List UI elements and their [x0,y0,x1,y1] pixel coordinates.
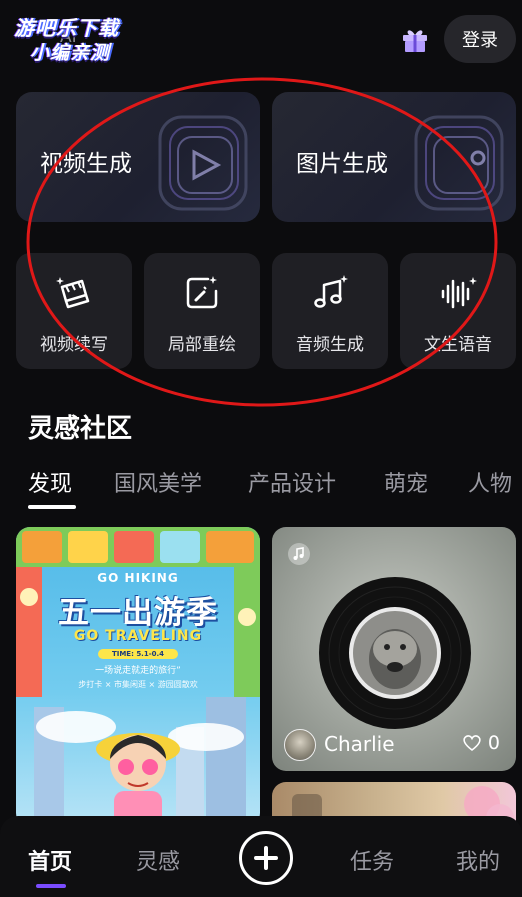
card-owner-row: Charlie 0 [284,727,504,763]
music-note-sparkle-icon [314,275,348,308]
tool-label: 音频生成 [296,335,364,355]
video-generation-card[interactable]: 视频生成 [16,92,260,222]
nav-tasks[interactable]: 任务 [350,844,394,876]
play-frame-icon [158,115,248,211]
video-generation-label: 视频生成 [40,151,132,177]
image-generation-label: 图片生成 [296,151,388,177]
feed-card-poster[interactable]: GO HIKING 五一出游季 GO TRAVELING TIME: 5.1-0… [16,527,260,827]
nav-home[interactable]: 首页 [28,844,72,876]
poster-gohiking: GO HIKING [97,571,179,585]
gift-icon[interactable] [400,24,430,54]
image-frame-icon [414,115,504,211]
heart-icon [463,735,481,752]
login-button[interactable]: 登录 [444,15,516,63]
watermark-logo: 游吧乐下载 小编亲测 [14,12,154,64]
nav-inspiration[interactable]: 灵感 [136,844,180,876]
tab-product-design[interactable]: 产品设计 [248,466,336,498]
tab-people[interactable]: 人物 [468,466,522,498]
tool-label: 局部重绘 [168,335,236,355]
tab-discover[interactable]: 发现 [28,466,72,498]
nav-me[interactable]: 我的 [456,844,500,876]
owner-name: Charlie [324,732,395,756]
tool-audio-generation[interactable]: 音频生成 [272,253,388,369]
tool-text-to-speech[interactable]: 文生语音 [400,253,516,369]
poster-time: TIME: 5.1-0.4 [98,649,178,659]
like-button[interactable]: 0 [462,732,500,754]
community-title: 灵感社区 [28,414,133,444]
poster-subtags: 步打卡 × 市集闲逛 × 游园圆散欢 [78,680,198,689]
image-brush-icon [186,276,218,309]
plus-circle-icon [254,846,278,870]
tab-chinese-aesthetics[interactable]: 国风美学 [114,466,202,498]
poster-tagline: 一场说走就走的旅行” [95,666,181,676]
vinyl-record [319,577,471,729]
image-generation-card[interactable]: 图片生成 [272,92,516,222]
watermark-line2: 小编亲测 [30,42,111,64]
top-bar: AI 游吧乐下载 小编亲测 登录 [0,0,522,80]
tool-inpaint[interactable]: 局部重绘 [144,253,260,369]
like-count: 0 [487,732,500,754]
active-tab-indicator [28,505,76,509]
tool-video-continue[interactable]: 视频续写 [16,253,132,369]
avatar[interactable] [284,729,316,761]
create-button[interactable] [239,831,293,885]
music-note-icon [288,543,310,565]
tab-pets[interactable]: 萌宠 [384,466,428,498]
tool-label: 文生语音 [424,335,492,355]
clapper-sparkle-icon [56,277,90,309]
feed-card-music[interactable]: Charlie 0 [272,527,516,771]
tool-label: 视频续写 [40,335,108,355]
waveform-sparkle-icon [441,277,477,309]
poster-headline: 五一出游季 [58,595,218,631]
poster-traveling: GO TRAVELING [73,628,203,644]
watermark-line1: 游吧乐下载 [14,16,119,40]
nav-active-indicator [36,884,66,888]
